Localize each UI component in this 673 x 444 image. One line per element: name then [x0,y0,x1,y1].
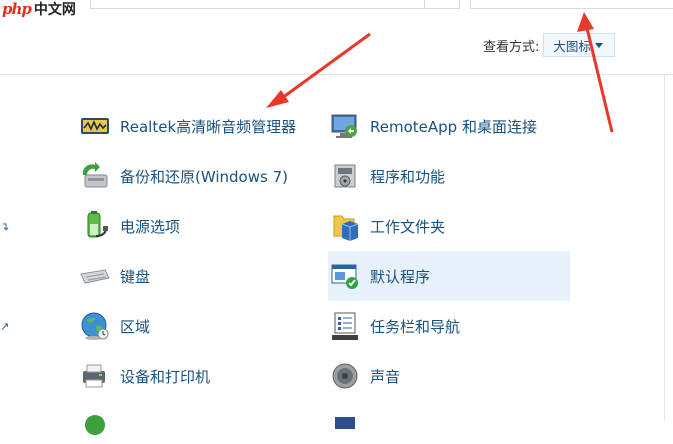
chevron-down-icon [594,42,603,48]
cp-item-partial-right[interactable] [328,404,370,444]
taskbar-navigation-icon [328,309,362,343]
cp-item-region[interactable]: 区域 [78,306,150,346]
cp-item-power-options[interactable]: 电源选项 [78,206,180,246]
cp-item-taskbar-navigation[interactable]: 任务栏和导航 [328,306,460,346]
cp-item-label: 键盘 [120,267,151,286]
logo-text: 中文网 [33,2,76,18]
partial-icon [328,407,362,441]
cp-item-label: 备份和还原(Windows 7) [120,167,288,186]
logo-mark: php [2,0,32,18]
annotation-arrow-left [281,32,371,100]
cp-item-default-programs[interactable]: 默认程序 [328,251,570,301]
watermark-logo: php 中文网 [2,0,76,18]
annotation-arrowhead-right [577,12,594,32]
cp-item-label: 默认程序 [370,267,431,286]
cp-item-label: 工作文件夹 [370,217,446,236]
devices-printers-icon [78,359,112,393]
backup-restore-icon [78,159,112,193]
left-pane-glyph: ↴ [0,220,10,233]
cp-item-label: 任务栏和导航 [370,317,461,336]
programs-features-icon [328,159,362,193]
address-bar[interactable] [90,0,460,9]
cp-item-label: 声音 [370,367,401,386]
cp-item-realtek-audio[interactable]: Realtek高清晰音频管理器 [78,106,296,146]
left-pane-glyph: ↗ [0,320,10,333]
region-globe-icon [78,309,112,343]
search-input[interactable] [470,0,673,9]
partial-icon [78,407,112,441]
cp-item-programs-features[interactable]: 程序和功能 [328,156,445,196]
cp-item-remoteapp[interactable]: RemoteApp 和桌面连接 [328,106,537,146]
header-divider [0,74,673,75]
keyboard-icon [78,259,112,293]
view-by-label: 查看方式: [483,39,540,55]
view-by-row: 查看方式: 大图标 [483,32,616,58]
sound-icon [328,359,362,393]
cp-item-partial[interactable] [78,404,120,444]
cp-item-label: 区域 [120,317,151,336]
cp-item-work-folders[interactable]: 工作文件夹 [328,206,445,246]
cp-item-label: 设备和打印机 [120,367,211,386]
default-programs-icon [328,259,362,293]
cp-item-label: 程序和功能 [370,167,446,186]
cp-item-sound[interactable]: 声音 [328,356,400,396]
cp-item-label: RemoteApp 和桌面连接 [370,117,537,136]
work-folders-icon [328,209,362,243]
cp-item-backup-restore[interactable]: 备份和还原(Windows 7) [78,156,288,196]
cp-item-label: 电源选项 [120,217,181,236]
scroll-edge [664,74,665,420]
remoteapp-icon [328,109,362,143]
cp-item-label: Realtek高清晰音频管理器 [120,117,297,136]
address-refresh-button[interactable] [424,0,459,8]
view-by-dropdown[interactable]: 大图标 [543,33,616,57]
view-by-value: 大图标 [553,38,591,54]
cp-item-devices-printers[interactable]: 设备和打印机 [78,356,210,396]
power-options-icon [78,209,112,243]
cp-item-keyboard[interactable]: 键盘 [78,256,150,296]
audio-manager-icon [78,109,112,143]
